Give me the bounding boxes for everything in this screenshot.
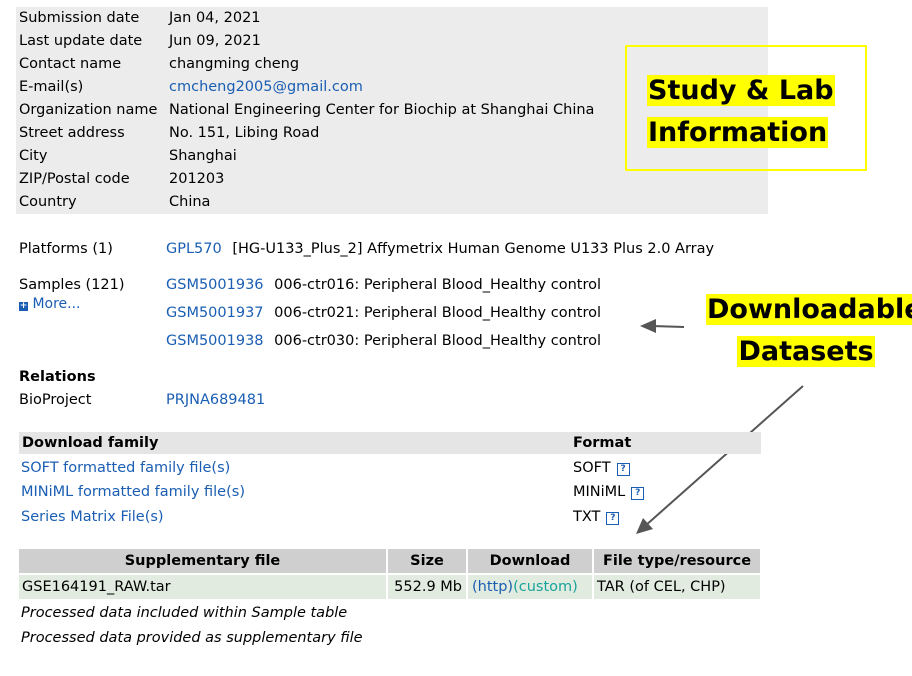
format-cell: SOFT?: [573, 457, 630, 479]
relations-heading: Relations: [19, 369, 96, 385]
help-icon[interactable]: ?: [606, 512, 620, 525]
format-cell: MINiML?: [573, 481, 645, 503]
custom-download-link[interactable]: (custom): [513, 579, 578, 595]
file-type-header: File type/resource: [594, 549, 760, 573]
download-links-cell: (http)(custom): [468, 575, 592, 599]
http-download-link[interactable]: (http): [472, 579, 513, 595]
arrow-left-icon: [640, 319, 685, 333]
bioproject-link[interactable]: PRJNA689481: [166, 389, 265, 411]
format-value: TXT: [573, 509, 601, 525]
series-matrix-file-link[interactable]: Series Matrix File(s): [21, 506, 164, 528]
supplementary-file-header: Supplementary file: [19, 549, 386, 573]
soft-family-file-link[interactable]: SOFT formatted family file(s): [21, 457, 230, 479]
format-header: Format: [569, 432, 761, 454]
help-icon[interactable]: ?: [616, 463, 630, 476]
miniml-family-file-link[interactable]: MINiML formatted family file(s): [21, 481, 245, 503]
download-header: Download: [468, 549, 592, 573]
processed-data-note: Processed data provided as supplementary…: [21, 630, 363, 646]
supplementary-file-size: 552.9 Mb: [388, 575, 466, 599]
size-header: Size: [388, 549, 466, 573]
format-value: MINiML: [573, 484, 626, 500]
help-icon[interactable]: ?: [631, 487, 645, 500]
arrow-down-left-icon: [636, 385, 804, 534]
format-value: SOFT: [573, 460, 611, 476]
processed-data-note: Processed data included within Sample ta…: [21, 605, 348, 621]
file-type-value: TAR (of CEL, CHP): [594, 575, 760, 599]
download-family-header: Download family: [19, 432, 570, 454]
bioproject-label: BioProject: [19, 392, 92, 408]
format-cell: TXT?: [573, 506, 620, 528]
supplementary-file-name: GSE164191_RAW.tar: [19, 575, 386, 599]
